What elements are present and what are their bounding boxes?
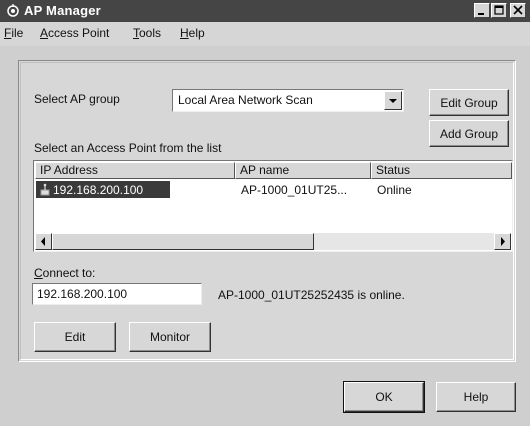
column-header-name[interactable]: AP name (235, 162, 371, 179)
title-bar: AP Manager (0, 0, 530, 22)
add-group-button[interactable]: Add Group (429, 120, 509, 147)
connect-to-input[interactable]: 192.168.200.100 (32, 283, 202, 305)
ap-group-selected: Local Area Network Scan (178, 93, 313, 107)
row-ap-name: AP-1000_01UT25... (241, 183, 348, 197)
menu-help-label: elp (188, 26, 205, 40)
maximize-icon (494, 5, 504, 15)
column-header-ip[interactable]: IP Address (35, 162, 235, 179)
row-status: Online (377, 183, 412, 197)
scroll-right-button[interactable] (494, 233, 511, 250)
monitor-button[interactable]: Monitor (129, 322, 211, 352)
window-title: AP Manager (24, 3, 101, 18)
chevron-down-icon (389, 99, 397, 103)
horizontal-scrollbar[interactable] (35, 233, 511, 250)
minimize-icon (478, 13, 484, 15)
close-button[interactable] (510, 3, 526, 18)
menu-bar: File Access Point Tools Help (0, 22, 530, 46)
row-ip: 192.168.200.100 (53, 183, 144, 197)
ok-button[interactable]: OK (343, 381, 425, 413)
connect-to-label-text: onnect to: (42, 266, 96, 280)
ap-manager-icon (7, 4, 19, 17)
column-header-status[interactable]: Status (371, 162, 512, 179)
edit-group-button[interactable]: Edit Group (429, 89, 509, 116)
menu-help-accel: H (180, 26, 189, 40)
menu-access-point-label: ccess Point (48, 26, 110, 40)
help-button[interactable]: Help (436, 382, 516, 412)
ap-list[interactable]: IP Address AP name Status 192.168.200.10… (33, 160, 513, 252)
menu-tools-label: ools (139, 26, 162, 40)
menu-file[interactable]: File (4, 26, 23, 40)
ap-group-select[interactable]: Local Area Network Scan (172, 89, 404, 112)
arrow-right-icon (501, 237, 505, 246)
menu-file-label: ile (11, 26, 24, 40)
menu-access-point-accel: A (40, 26, 49, 40)
ap-group-label: Select AP group (34, 92, 120, 106)
maximize-button[interactable] (491, 3, 507, 18)
menu-help[interactable]: Help (180, 26, 205, 40)
minimize-button[interactable] (474, 3, 490, 18)
scroll-thumb[interactable] (52, 233, 314, 250)
arrow-left-icon (41, 237, 45, 246)
connect-to-label: Connect to: (34, 266, 95, 280)
menu-access-point[interactable]: Access Point (40, 26, 109, 40)
connect-to-accel: C (34, 266, 43, 280)
scroll-left-button[interactable] (35, 233, 52, 250)
ap-list-label: Select an Access Point from the list (34, 141, 222, 155)
access-point-icon (40, 183, 50, 196)
ap-group-dropdown-button[interactable] (384, 91, 402, 110)
edit-button[interactable]: Edit (34, 322, 116, 352)
menu-tools[interactable]: Tools (133, 26, 161, 40)
connection-status-text: AP-1000_01UT25252435 is online. (218, 288, 405, 302)
close-icon (513, 5, 523, 15)
